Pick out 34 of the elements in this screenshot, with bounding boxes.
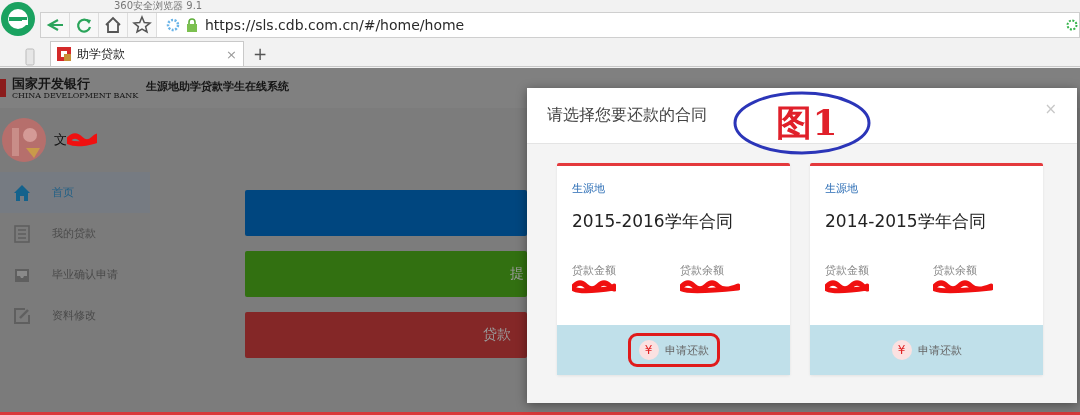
close-tab-button[interactable]: × [226, 46, 237, 62]
contract-title: 2015-2016学年合同 [572, 210, 734, 233]
menu-bar-button[interactable]: 贷款 [245, 312, 527, 358]
bank-name: 国家开发银行 [12, 76, 91, 91]
amount-label: 贷款余额 [680, 263, 725, 278]
modal-title: 请选择您要还款的合同 [547, 105, 707, 126]
amount-label: 贷款余额 [933, 263, 978, 278]
contract-card[interactable]: 生源地 2015-2016学年合同 贷款金额 贷款余额 ¥ 申请还款 [557, 163, 790, 375]
home-icon [12, 182, 32, 203]
annotation-label: 图1 [776, 99, 838, 145]
list-icon [12, 223, 32, 244]
amount-label: 贷款金额 [572, 263, 616, 278]
site-info-icon[interactable] [165, 17, 181, 33]
edit-icon [12, 305, 32, 326]
lock-icon [185, 17, 199, 33]
user-name: 文 [54, 131, 67, 149]
yen-icon: ¥ [891, 340, 912, 360]
contract-title: 2014-2015学年合同 [825, 210, 987, 233]
yen-icon: ¥ [638, 340, 659, 360]
extension-icon[interactable] [1065, 18, 1079, 32]
browser-tab[interactable]: 助学贷款 × [50, 41, 244, 66]
site-favicon-icon [57, 47, 71, 61]
contract-source: 生源地 [825, 181, 859, 196]
amount-label: 贷款金额 [825, 263, 869, 278]
system-title: 生源地助学贷款学生在线系统 [146, 80, 290, 94]
menu-bar-button[interactable]: 提 [245, 251, 527, 297]
contract-source: 生源地 [572, 181, 606, 196]
bank-logo-icon [0, 79, 6, 97]
address-bar[interactable]: https://sls.cdb.com.cn/#/home/home [40, 12, 1080, 38]
window-title: 360安全浏览器 9.1 [114, 0, 204, 12]
browser-logo-icon [0, 0, 36, 38]
new-tab-button[interactable]: + [250, 44, 270, 64]
bank-name-english: CHINA DEVELOPMENT BANK [12, 90, 139, 100]
contract-card[interactable]: 生源地 2014-2015学年合同 贷款金额 贷款余额 ¥ 申请还款 [810, 163, 1043, 375]
